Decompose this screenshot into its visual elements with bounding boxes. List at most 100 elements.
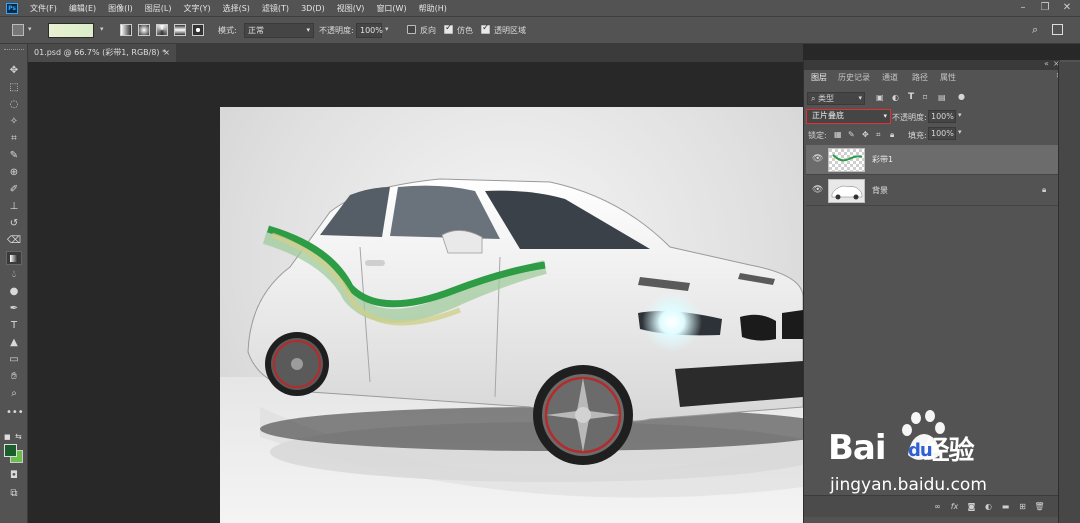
gradient-tool-preset-icon[interactable]: [12, 24, 24, 36]
tab-channels[interactable]: 通道: [882, 70, 898, 85]
marquee-tool-icon[interactable]: ⬚: [6, 81, 22, 95]
fill-input[interactable]: 100%: [928, 127, 956, 140]
type-tool-icon[interactable]: T: [6, 319, 22, 333]
tab-paths[interactable]: 路径: [912, 70, 928, 85]
menu-image[interactable]: 图像(I): [108, 3, 133, 14]
healing-brush-tool-icon[interactable]: ⊕: [6, 166, 22, 180]
swap-colors-icon[interactable]: ⇆: [15, 432, 22, 441]
close-icon[interactable]: ✕: [1056, 0, 1078, 16]
rectangle-tool-icon[interactable]: ▭: [6, 353, 22, 367]
dither-checkbox[interactable]: [444, 23, 453, 34]
move-tool-icon[interactable]: ✥: [6, 64, 22, 78]
layer-style-icon[interactable]: fx: [949, 501, 960, 512]
foreground-color-swatch[interactable]: [4, 444, 17, 457]
menu-window[interactable]: 窗口(W): [376, 3, 406, 14]
layer-filter-select[interactable]: ⌕ 类型 ▾: [807, 92, 865, 105]
linear-gradient-icon[interactable]: [120, 24, 132, 36]
lock-artboard-icon[interactable]: ⌗: [876, 130, 881, 140]
eraser-tool-icon[interactable]: ⌫: [6, 234, 22, 248]
adjustment-layer-icon[interactable]: ◐: [983, 501, 994, 512]
layer-mask-icon[interactable]: ◙: [966, 501, 977, 512]
angle-gradient-icon[interactable]: [156, 24, 168, 36]
ribbon-thumbnail-icon: [832, 154, 863, 162]
menu-layer[interactable]: 图层(L): [145, 3, 172, 14]
lock-position-icon[interactable]: ✥: [862, 130, 869, 139]
opacity-dropdown-icon[interactable]: ▾: [385, 25, 389, 33]
car-thumbnail-icon: [831, 185, 863, 200]
new-group-icon[interactable]: ▬: [1000, 501, 1011, 512]
filter-shape-icon[interactable]: ⌑: [923, 93, 927, 102]
pen-tool-icon[interactable]: ✒: [6, 302, 22, 316]
mode-select[interactable]: 正常 ▾: [244, 23, 314, 38]
menu-view[interactable]: 视图(V): [337, 3, 365, 14]
blur-tool-icon[interactable]: 💧︎: [6, 268, 22, 282]
filter-adjustment-icon[interactable]: ◐: [892, 93, 899, 102]
tab-properties[interactable]: 属性: [940, 70, 956, 85]
search-icon[interactable]: ⌕: [1032, 23, 1038, 37]
menu-type[interactable]: 文字(Y): [183, 3, 210, 14]
lock-image-icon[interactable]: ✎: [848, 130, 855, 139]
filter-toggle-icon[interactable]: ●: [958, 92, 965, 101]
eye-icon[interactable]: 👁︎: [812, 155, 823, 164]
filter-smart-object-icon[interactable]: ▤: [938, 93, 946, 102]
filter-type-icon[interactable]: T: [908, 92, 914, 102]
eye-icon[interactable]: 👁︎: [812, 186, 823, 195]
fill-value: 100%: [931, 129, 954, 138]
eyedropper-tool-icon[interactable]: ✎: [6, 149, 22, 163]
canvas-area[interactable]: [28, 62, 803, 523]
quick-mask-icon[interactable]: ◘: [6, 469, 22, 483]
reflected-gradient-icon[interactable]: [174, 24, 186, 36]
chevron-down-icon[interactable]: ▾: [28, 25, 32, 33]
crop-tool-icon[interactable]: ⌗: [6, 132, 22, 146]
transparency-checkbox[interactable]: [481, 23, 490, 34]
screen-mode-icon[interactable]: ⧉: [6, 487, 22, 501]
filter-pixel-icon[interactable]: ▣: [876, 93, 884, 102]
layer-opacity-dropdown-icon[interactable]: ▾: [958, 111, 962, 119]
layer-row-background[interactable]: 👁︎ 背景 🔒︎: [806, 176, 1059, 206]
dodge-tool-icon[interactable]: ●: [6, 285, 22, 299]
history-brush-tool-icon[interactable]: ↺: [6, 217, 22, 231]
menu-edit[interactable]: 编辑(E): [69, 3, 96, 14]
menu-3d[interactable]: 3D(D): [301, 4, 325, 13]
menu-file[interactable]: 文件(F): [30, 3, 57, 14]
document-tab[interactable]: 01.psd @ 66.7% (彩带1, RGB/8) * ×: [28, 44, 176, 62]
delete-layer-icon[interactable]: 🗑︎: [1034, 501, 1045, 512]
menu-select[interactable]: 选择(S): [223, 3, 250, 14]
link-layers-icon[interactable]: ∞: [932, 501, 943, 512]
brush-tool-icon[interactable]: ✐: [6, 183, 22, 197]
zoom-tool-icon[interactable]: ⌕: [6, 387, 22, 401]
gradient-tool-icon[interactable]: [6, 251, 22, 265]
tab-layers[interactable]: 图层: [806, 70, 832, 85]
document-canvas[interactable]: [220, 107, 803, 523]
gradient-dropdown-icon[interactable]: ▾: [100, 25, 104, 33]
reverse-checkbox[interactable]: [407, 25, 416, 34]
lasso-tool-icon[interactable]: ◌: [6, 98, 22, 112]
more-tools-icon[interactable]: •••: [6, 406, 24, 420]
menu-filter[interactable]: 滤镜(T): [262, 3, 289, 14]
layer-opacity-input[interactable]: 100%: [928, 110, 956, 123]
lock-all-icon[interactable]: 🔒︎: [890, 130, 894, 140]
workspace-icon[interactable]: [1052, 24, 1063, 35]
diamond-gradient-icon[interactable]: [192, 24, 204, 36]
layer-row-ribbon[interactable]: 👁︎ 彩带1: [806, 145, 1059, 175]
default-colors-icon[interactable]: ■: [4, 433, 11, 441]
fill-dropdown-icon[interactable]: ▾: [958, 128, 962, 136]
tab-history[interactable]: 历史记录: [838, 70, 870, 85]
gradient-picker-swatch[interactable]: [48, 23, 94, 38]
menu-help[interactable]: 帮助(H): [419, 3, 447, 14]
close-tab-icon[interactable]: ×: [163, 44, 170, 61]
minimize-icon[interactable]: –: [1012, 0, 1034, 16]
opacity-input[interactable]: 100%: [356, 23, 383, 38]
mode-label: 模式:: [218, 26, 237, 35]
restore-icon[interactable]: ❐: [1034, 0, 1056, 16]
collapse-panel-icon[interactable]: «: [1044, 59, 1049, 68]
lock-label: 锁定:: [808, 131, 827, 140]
hand-tool-icon[interactable]: ✋︎: [6, 370, 22, 384]
new-layer-icon[interactable]: ⊞: [1017, 501, 1028, 512]
path-selection-tool-icon[interactable]: ▲: [6, 336, 22, 350]
clone-stamp-tool-icon[interactable]: ⊥: [6, 200, 22, 214]
lock-transparent-icon[interactable]: ▦: [834, 130, 842, 139]
blend-mode-select[interactable]: 正片叠底 ▾: [806, 109, 891, 124]
magic-wand-tool-icon[interactable]: ✧: [6, 115, 22, 129]
radial-gradient-icon[interactable]: [138, 24, 150, 36]
